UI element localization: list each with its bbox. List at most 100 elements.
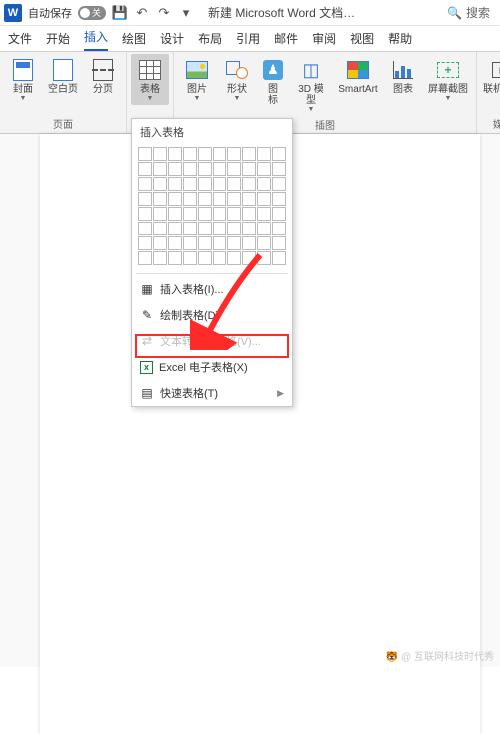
grid-cell[interactable] [198,162,212,176]
3d-models-button[interactable]: ◫ 3D 模 型 ▼ [290,54,332,116]
grid-cell[interactable] [227,162,241,176]
grid-cell[interactable] [272,192,286,206]
grid-cell[interactable] [183,207,197,221]
grid-cell[interactable] [272,147,286,161]
menu-excel-spreadsheet[interactable]: x Excel 电子表格(X) [132,354,292,380]
search-box[interactable]: 🔍 搜索 [441,2,496,23]
page-break-button[interactable]: 分页 [84,54,122,98]
table-size-grid[interactable] [132,145,292,271]
autosave-toggle[interactable]: 关 [78,6,106,20]
grid-cell[interactable] [198,251,212,265]
grid-cell[interactable] [138,236,152,250]
tab-insert[interactable]: 插入 [84,24,108,51]
grid-cell[interactable] [183,236,197,250]
grid-cell[interactable] [138,162,152,176]
qat-customize-icon[interactable]: ▾ [178,5,194,21]
grid-cell[interactable] [168,207,182,221]
grid-cell[interactable] [272,251,286,265]
grid-cell[interactable] [213,147,227,161]
grid-cell[interactable] [153,207,167,221]
menu-insert-table[interactable]: ▦ 插入表格(I)... [132,276,292,302]
grid-cell[interactable] [227,207,241,221]
grid-cell[interactable] [227,236,241,250]
grid-cell[interactable] [242,177,256,191]
tab-mailings[interactable]: 邮件 [274,26,298,51]
shapes-button[interactable]: 形状 ▼ [218,54,256,105]
grid-cell[interactable] [153,236,167,250]
undo-icon[interactable]: ↶ [134,5,150,21]
grid-cell[interactable] [198,192,212,206]
grid-cell[interactable] [213,207,227,221]
tab-review[interactable]: 审阅 [312,26,336,51]
grid-cell[interactable] [242,222,256,236]
grid-cell[interactable] [257,162,271,176]
menu-quick-tables[interactable]: ▤ 快速表格(T) ▶ [132,380,292,406]
grid-cell[interactable] [198,222,212,236]
grid-cell[interactable] [242,192,256,206]
grid-cell[interactable] [272,222,286,236]
grid-cell[interactable] [183,147,197,161]
grid-cell[interactable] [257,236,271,250]
save-icon[interactable]: 💾 [112,5,128,21]
grid-cell[interactable] [198,177,212,191]
grid-cell[interactable] [213,222,227,236]
grid-cell[interactable] [153,251,167,265]
grid-cell[interactable] [242,147,256,161]
grid-cell[interactable] [168,192,182,206]
grid-cell[interactable] [213,251,227,265]
grid-cell[interactable] [138,222,152,236]
grid-cell[interactable] [153,222,167,236]
grid-cell[interactable] [242,162,256,176]
grid-cell[interactable] [213,236,227,250]
tab-design[interactable]: 设计 [160,26,184,51]
tab-draw[interactable]: 绘图 [122,26,146,51]
grid-cell[interactable] [257,207,271,221]
chart-button[interactable]: 图表 [384,54,422,98]
grid-cell[interactable] [213,177,227,191]
grid-cell[interactable] [168,147,182,161]
grid-cell[interactable] [153,162,167,176]
grid-cell[interactable] [242,251,256,265]
cover-page-button[interactable]: 封面 ▼ [4,54,42,105]
grid-cell[interactable] [198,207,212,221]
tab-layout[interactable]: 布局 [198,26,222,51]
grid-cell[interactable] [242,207,256,221]
grid-cell[interactable] [138,147,152,161]
grid-cell[interactable] [257,192,271,206]
pictures-button[interactable]: 图片 ▼ [178,54,216,105]
grid-cell[interactable] [138,251,152,265]
grid-cell[interactable] [138,207,152,221]
grid-cell[interactable] [198,147,212,161]
grid-cell[interactable] [138,192,152,206]
grid-cell[interactable] [227,251,241,265]
grid-cell[interactable] [227,177,241,191]
grid-cell[interactable] [198,236,212,250]
grid-cell[interactable] [227,147,241,161]
grid-cell[interactable] [213,162,227,176]
tab-view[interactable]: 视图 [350,26,374,51]
grid-cell[interactable] [257,177,271,191]
grid-cell[interactable] [168,222,182,236]
grid-cell[interactable] [272,162,286,176]
tab-help[interactable]: 帮助 [388,26,412,51]
grid-cell[interactable] [227,222,241,236]
grid-cell[interactable] [168,177,182,191]
tab-references[interactable]: 引用 [236,26,260,51]
online-video-button[interactable]: 联机视… [481,54,500,98]
grid-cell[interactable] [168,162,182,176]
blank-page-button[interactable]: 空白页 [44,54,82,98]
smartart-button[interactable]: SmartArt [334,54,382,98]
table-button[interactable]: 表格 ▼ [131,54,169,105]
redo-icon[interactable]: ↷ [156,5,172,21]
grid-cell[interactable] [183,222,197,236]
grid-cell[interactable] [242,236,256,250]
grid-cell[interactable] [272,207,286,221]
grid-cell[interactable] [227,192,241,206]
grid-cell[interactable] [257,147,271,161]
tab-file[interactable]: 文件 [8,26,32,51]
grid-cell[interactable] [153,177,167,191]
grid-cell[interactable] [153,192,167,206]
grid-cell[interactable] [183,251,197,265]
grid-cell[interactable] [168,236,182,250]
grid-cell[interactable] [272,177,286,191]
